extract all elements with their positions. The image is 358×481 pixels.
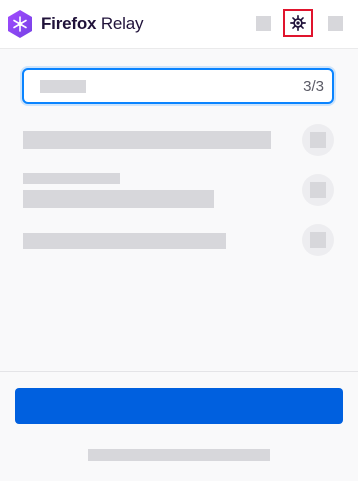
list-item-action-2-icon	[310, 182, 326, 198]
list-item-action-1[interactable]	[302, 124, 334, 156]
app-title-brand: Firefox	[41, 14, 97, 33]
app-header: Firefox Relay	[0, 0, 358, 48]
list-item-skeleton-1	[23, 131, 271, 149]
app-title-product: Relay	[100, 14, 144, 33]
list-item-skeleton-2-line	[23, 190, 214, 208]
list-item-skeleton-3	[23, 233, 226, 249]
footer-divider	[0, 371, 358, 372]
firefox-relay-logo-icon	[8, 10, 32, 38]
list-item-action-1-icon	[310, 132, 326, 148]
list-item-action-3-icon	[310, 232, 326, 248]
settings-button[interactable]	[283, 9, 313, 37]
header-button-left[interactable]	[256, 16, 271, 31]
search-result-count: 3/3	[303, 78, 324, 95]
list-item-skeleton-2-title	[23, 173, 120, 184]
list-item-action-3[interactable]	[302, 224, 334, 256]
app-title: Firefox Relay	[41, 13, 143, 35]
gear-icon	[290, 15, 306, 31]
search-placeholder-skeleton	[40, 80, 86, 93]
primary-action-button[interactable]	[15, 388, 343, 424]
list-item-action-2[interactable]	[302, 174, 334, 206]
header-button-right[interactable]	[328, 16, 343, 31]
search-input[interactable]: 3/3	[22, 68, 334, 104]
footer-link-skeleton[interactable]	[88, 449, 270, 461]
